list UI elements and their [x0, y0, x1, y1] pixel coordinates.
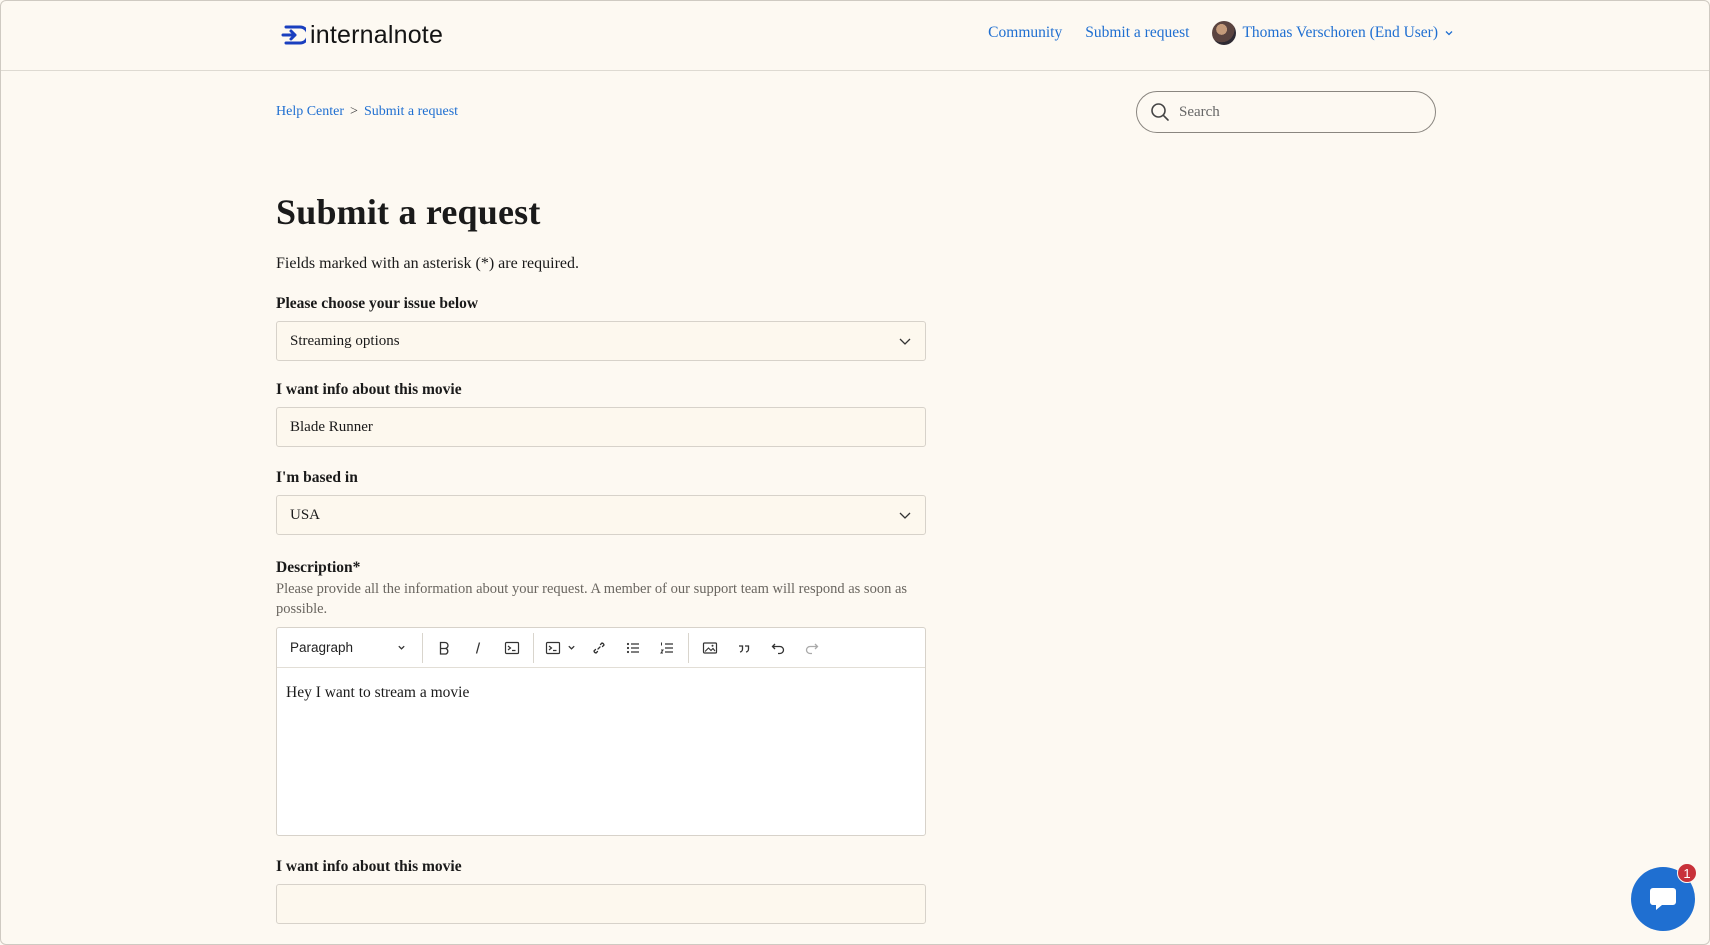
- chevron-down-icon: [899, 512, 911, 519]
- description-field: Description* Please provide all the info…: [276, 559, 926, 836]
- numbered-list-button[interactable]: [650, 633, 684, 663]
- toolbar-divider: [688, 632, 689, 663]
- link-icon: [593, 641, 605, 654]
- issue-label: Please choose your issue below: [276, 295, 479, 312]
- description-hint: Please provide all the information about…: [276, 581, 908, 617]
- italic-icon: [475, 641, 481, 654]
- code-button[interactable]: [495, 633, 529, 663]
- bold-icon: [439, 641, 449, 655]
- top-nav: Community Submit a request Thomas Versch…: [988, 21, 1454, 45]
- search-box[interactable]: [1136, 91, 1436, 133]
- chat-bubble-icon: [1650, 888, 1676, 910]
- bold-button[interactable]: [427, 633, 461, 663]
- link-button[interactable]: [582, 633, 616, 663]
- code-block-icon: [545, 641, 560, 654]
- bulleted-list-icon: [626, 642, 639, 653]
- breadcrumb-separator: >: [350, 104, 358, 119]
- nav-submit-request-link[interactable]: Submit a request: [1085, 24, 1189, 42]
- paragraph-format-label: Paragraph: [290, 640, 354, 655]
- search-icon: [1151, 103, 1169, 121]
- movie-label: I want info about this movie: [276, 381, 462, 398]
- logo-text: internalnote: [310, 20, 444, 49]
- issue-select[interactable]: Streaming options: [276, 321, 926, 361]
- avatar: [1212, 21, 1237, 45]
- breadcrumb-submit-request[interactable]: Submit a request: [364, 104, 458, 120]
- numbered-list-icon: [660, 642, 673, 653]
- description-editor[interactable]: Paragraph Hey I want to stream a movie: [276, 627, 926, 836]
- editor-toolbar: Paragraph: [277, 628, 925, 668]
- movie-label-second: I want info about this movie: [276, 858, 462, 875]
- top-bar: internalnote Community Submit a request …: [1, 1, 1709, 71]
- description-label: Description*: [276, 559, 361, 576]
- request-form: Submit a request Fields marked with an a…: [276, 189, 926, 924]
- redo-icon: [805, 643, 819, 654]
- user-menu[interactable]: Thomas Verschoren (End User): [1212, 21, 1454, 45]
- movie-field: I want info about this movie Blade Runne…: [276, 381, 926, 447]
- nav-community-link[interactable]: Community: [988, 24, 1062, 42]
- page-title: Submit a request: [276, 192, 541, 232]
- movie-input-second[interactable]: [276, 884, 926, 924]
- bulleted-list-button[interactable]: [616, 633, 650, 663]
- movie-field-second: I want info about this movie: [276, 858, 926, 924]
- search-input[interactable]: [1179, 103, 1409, 121]
- based-in-field: I'm based in USA: [276, 469, 926, 535]
- breadcrumb: Help Center > Submit a request: [276, 104, 458, 120]
- based-in-label: I'm based in: [276, 469, 358, 486]
- chat-unread-badge: 1: [1677, 863, 1697, 883]
- chevron-down-icon: [1445, 31, 1453, 36]
- undo-button[interactable]: [761, 633, 795, 663]
- undo-icon: [771, 643, 785, 654]
- breadcrumb-help-center[interactable]: Help Center: [276, 104, 344, 120]
- chevron-down-icon: [398, 645, 405, 650]
- based-in-select[interactable]: USA: [276, 495, 926, 535]
- code-block-button[interactable]: [538, 633, 582, 663]
- paragraph-format-select[interactable]: Paragraph: [290, 640, 418, 655]
- issue-field: Please choose your issue below Streaming…: [276, 295, 926, 361]
- code-icon: [504, 641, 520, 654]
- redo-button[interactable]: [795, 633, 829, 663]
- image-icon: [702, 641, 718, 654]
- image-button[interactable]: [693, 633, 727, 663]
- based-in-value: USA: [290, 506, 321, 523]
- issue-value: Streaming options: [290, 332, 400, 349]
- chevron-down-icon: [567, 645, 575, 650]
- toolbar-divider: [533, 632, 534, 663]
- editor-content[interactable]: Hey I want to stream a movie: [277, 668, 925, 718]
- logo[interactable]: internalnote: [280, 19, 443, 51]
- required-note: Fields marked with an asterisk (*) are r…: [276, 255, 580, 272]
- movie-input[interactable]: Blade Runner: [276, 407, 926, 447]
- toolbar-divider: [422, 632, 423, 663]
- quote-button[interactable]: [727, 633, 761, 663]
- page-frame: internalnote Community Submit a request …: [0, 0, 1710, 945]
- movie-value: Blade Runner: [290, 418, 373, 435]
- quote-icon: [739, 644, 750, 653]
- user-name: Thomas Verschoren (End User): [1242, 24, 1438, 41]
- italic-button[interactable]: [461, 633, 495, 663]
- chevron-down-icon: [899, 338, 911, 345]
- logo-mark-icon: [281, 25, 306, 45]
